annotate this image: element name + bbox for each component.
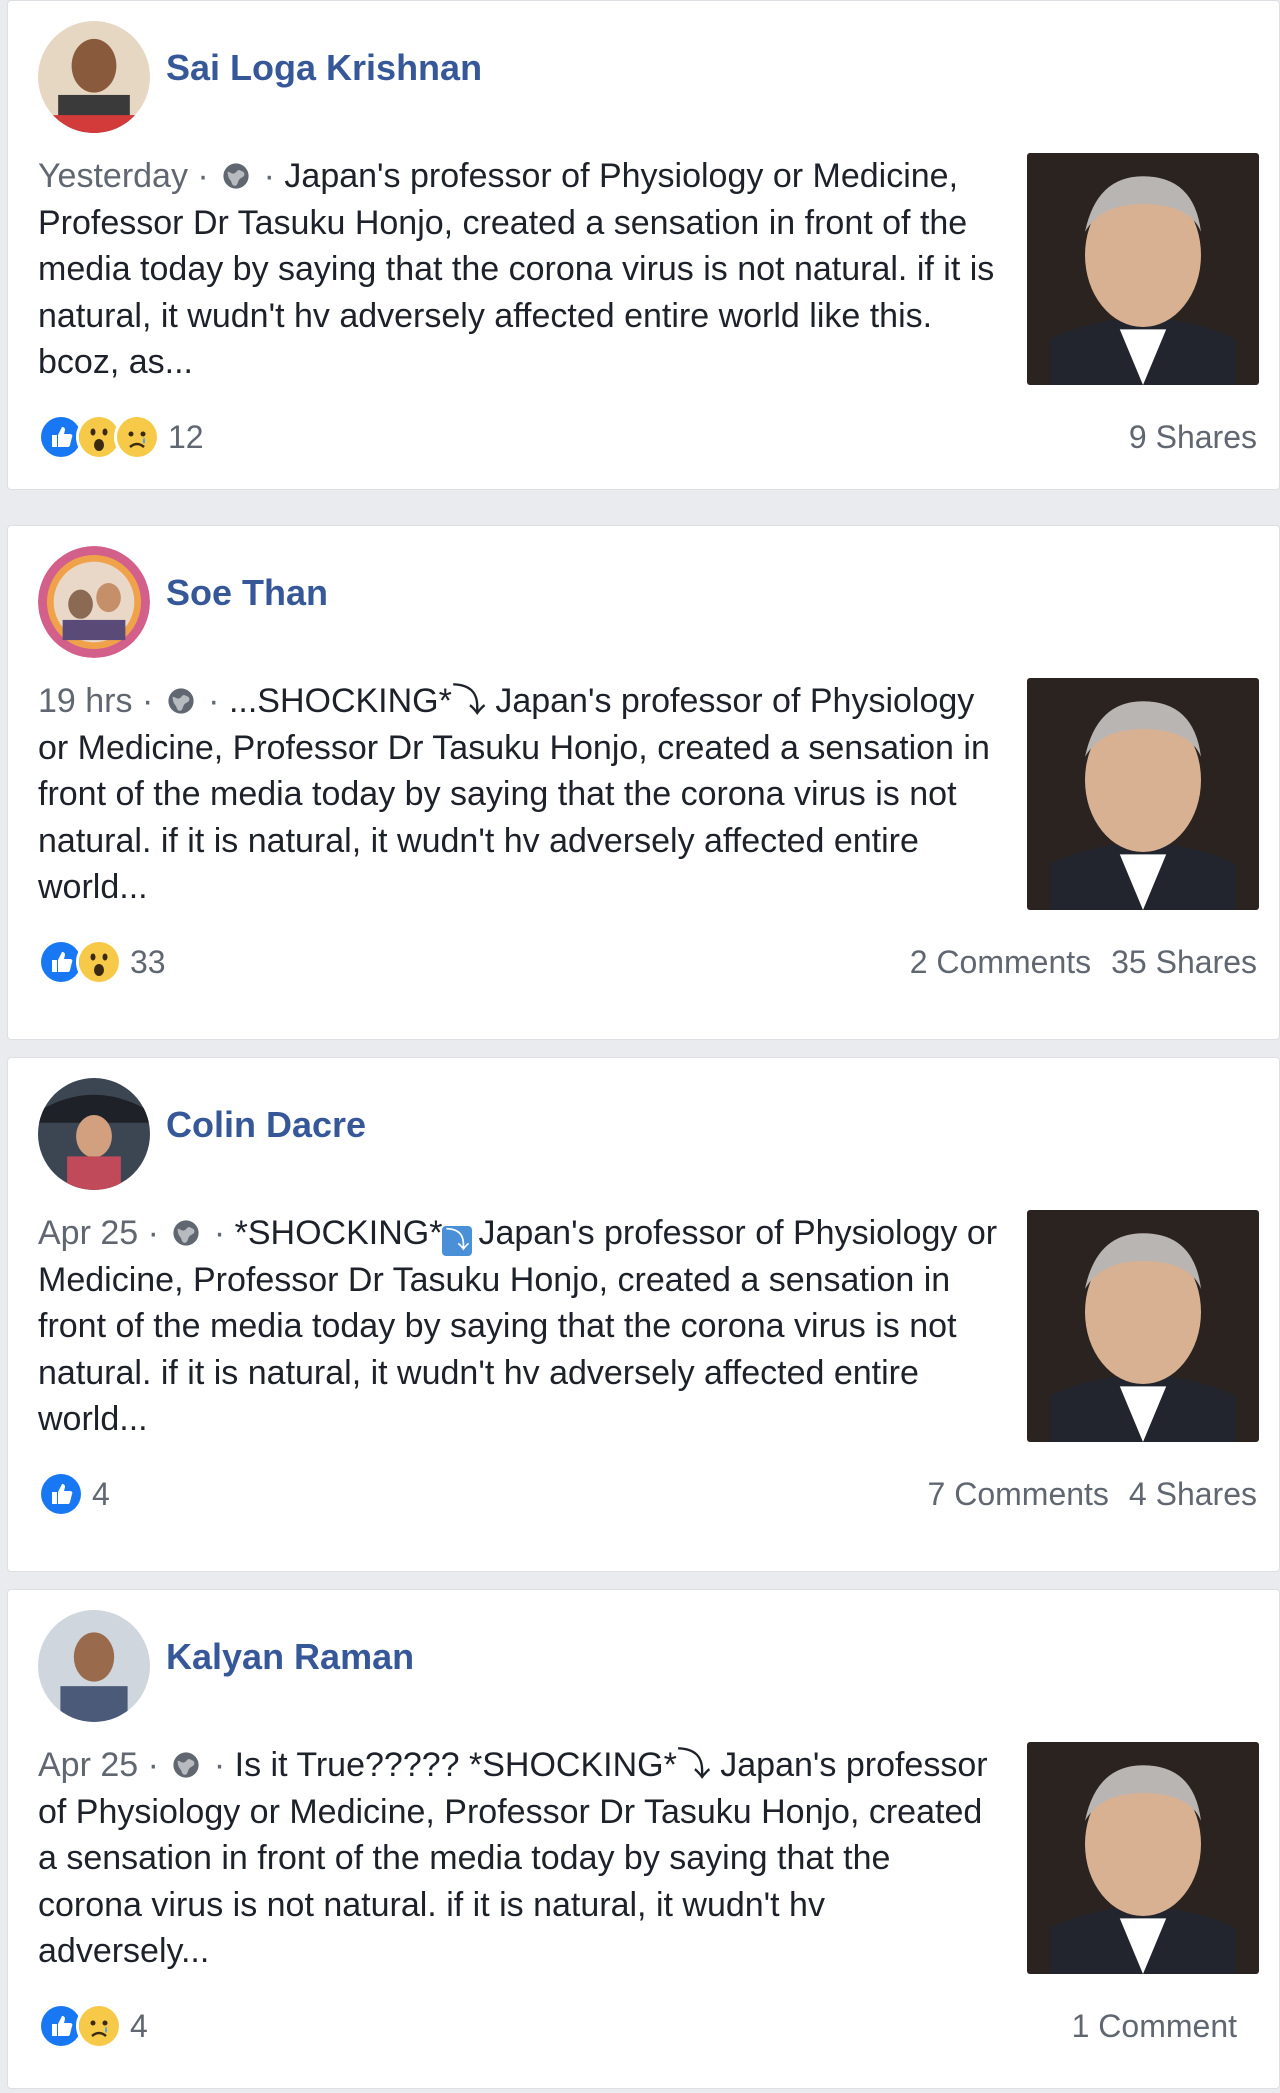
comments-link[interactable]: 7 Comments	[928, 1476, 1109, 1513]
post-stats: 9 Shares	[1109, 419, 1257, 456]
separator: ·	[254, 157, 285, 195]
reactions-summary[interactable]: 4	[38, 1471, 110, 1517]
comments-link[interactable]: 1 Comment	[1072, 2008, 1237, 2045]
avatar[interactable]	[38, 546, 150, 658]
post-body: Apr 25 · · *SHOCKING* ⤵ Japan's professor …	[38, 1210, 998, 1443]
reaction-count: 4	[92, 1475, 110, 1512]
post-body: 19 hrs · · ...SHOCKING*⤵ Japan's profess…	[38, 678, 998, 911]
post-thumbnail[interactable]	[1027, 1742, 1259, 1974]
separator: ·	[138, 1214, 169, 1252]
globe-icon	[222, 162, 250, 190]
avatar-image	[38, 1610, 150, 1722]
post-timestamp[interactable]: 19 hrs	[38, 682, 133, 720]
post-prefix: *SHOCKING*	[234, 1214, 443, 1252]
post-text: Japan's professor of Physiology or Medic…	[38, 682, 990, 906]
feed-post: Soe Than 19 hrs · · ...SHOCKING*⤵ Japan'…	[7, 525, 1280, 1040]
wow-icon	[76, 939, 122, 985]
portrait-image	[1027, 678, 1259, 910]
reaction-count: 4	[130, 2007, 148, 2044]
reactions-summary[interactable]: 33	[38, 939, 166, 985]
feed-post: Colin Dacre Apr 25 · · *SHOCKING* ⤵ Japan'…	[7, 1057, 1280, 1572]
feed-post: Sai Loga Krishnan Yesterday · · Japan's …	[7, 0, 1280, 490]
avatar-image	[38, 21, 150, 133]
portrait-image	[1027, 153, 1259, 385]
sad-icon	[114, 414, 160, 460]
feed-post: Kalyan Raman Apr 25 · · Is it True????? …	[7, 1589, 1280, 2089]
reaction-count: 12	[168, 418, 204, 455]
author-name-link[interactable]: Colin Dacre	[166, 1104, 366, 1146]
avatar[interactable]	[38, 21, 150, 133]
post-footer: 4 7 Comments 4 Shares	[38, 1466, 1257, 1522]
author-name-link[interactable]: Soe Than	[166, 572, 328, 614]
post-timestamp[interactable]: Yesterday	[38, 157, 188, 195]
separator: ·	[204, 1214, 235, 1252]
reactions-summary[interactable]: 4	[38, 2003, 148, 2049]
globe-icon	[172, 1751, 200, 1779]
separator: ·	[132, 682, 163, 720]
avatar[interactable]	[38, 1078, 150, 1190]
portrait-image	[1027, 1210, 1259, 1442]
post-stats: 7 Comments 4 Shares	[928, 1476, 1257, 1513]
avatar-image	[38, 1078, 150, 1190]
shares-link[interactable]: 9 Shares	[1129, 419, 1257, 456]
shares-link[interactable]: 4 Shares	[1129, 1476, 1257, 1513]
like-icon	[38, 1471, 84, 1517]
avatar-image	[38, 546, 150, 658]
separator: ·	[204, 1746, 235, 1784]
globe-icon	[172, 1219, 200, 1247]
post-text: Japan's professor of Physiology or Medic…	[38, 1214, 998, 1438]
author-name-link[interactable]: Sai Loga Krishnan	[166, 47, 482, 89]
separator: ·	[198, 682, 229, 720]
reaction-count: 33	[130, 943, 166, 980]
post-footer: 33 2 Comments 35 Shares	[38, 934, 1257, 990]
news-feed: Sai Loga Krishnan Yesterday · · Japan's …	[0, 0, 1280, 2093]
post-timestamp[interactable]: Apr 25	[38, 1746, 138, 1784]
shares-link[interactable]: 35 Shares	[1111, 944, 1257, 981]
post-stats: 1 Comment	[1072, 2008, 1257, 2045]
comments-link[interactable]: 2 Comments	[910, 944, 1091, 981]
post-timestamp[interactable]: Apr 25	[38, 1214, 138, 1252]
separator: ·	[138, 1746, 169, 1784]
post-body: Apr 25 · · Is it True????? *SHOCKING*⤵ J…	[38, 1742, 998, 1975]
post-thumbnail[interactable]	[1027, 678, 1259, 910]
arrow-box-icon: ⤵	[442, 1226, 473, 1256]
post-prefix: ...SHOCKING*⤵	[228, 682, 496, 720]
post-body: Yesterday · · Japan's professor of Physi…	[38, 153, 998, 386]
post-thumbnail[interactable]	[1027, 153, 1259, 385]
post-prefix: Is it True????? *SHOCKING*⤵	[234, 1746, 721, 1784]
post-thumbnail[interactable]	[1027, 1210, 1259, 1442]
separator: ·	[187, 157, 219, 195]
post-footer: 12 9 Shares	[38, 409, 1257, 465]
post-footer: 4 1 Comment	[38, 1998, 1257, 2054]
portrait-image	[1027, 1742, 1259, 1974]
sad-icon	[76, 2003, 122, 2049]
post-stats: 2 Comments 35 Shares	[910, 944, 1257, 981]
globe-icon	[167, 687, 195, 715]
author-name-link[interactable]: Kalyan Raman	[166, 1636, 414, 1678]
avatar[interactable]	[38, 1610, 150, 1722]
reactions-summary[interactable]: 12	[38, 414, 204, 460]
